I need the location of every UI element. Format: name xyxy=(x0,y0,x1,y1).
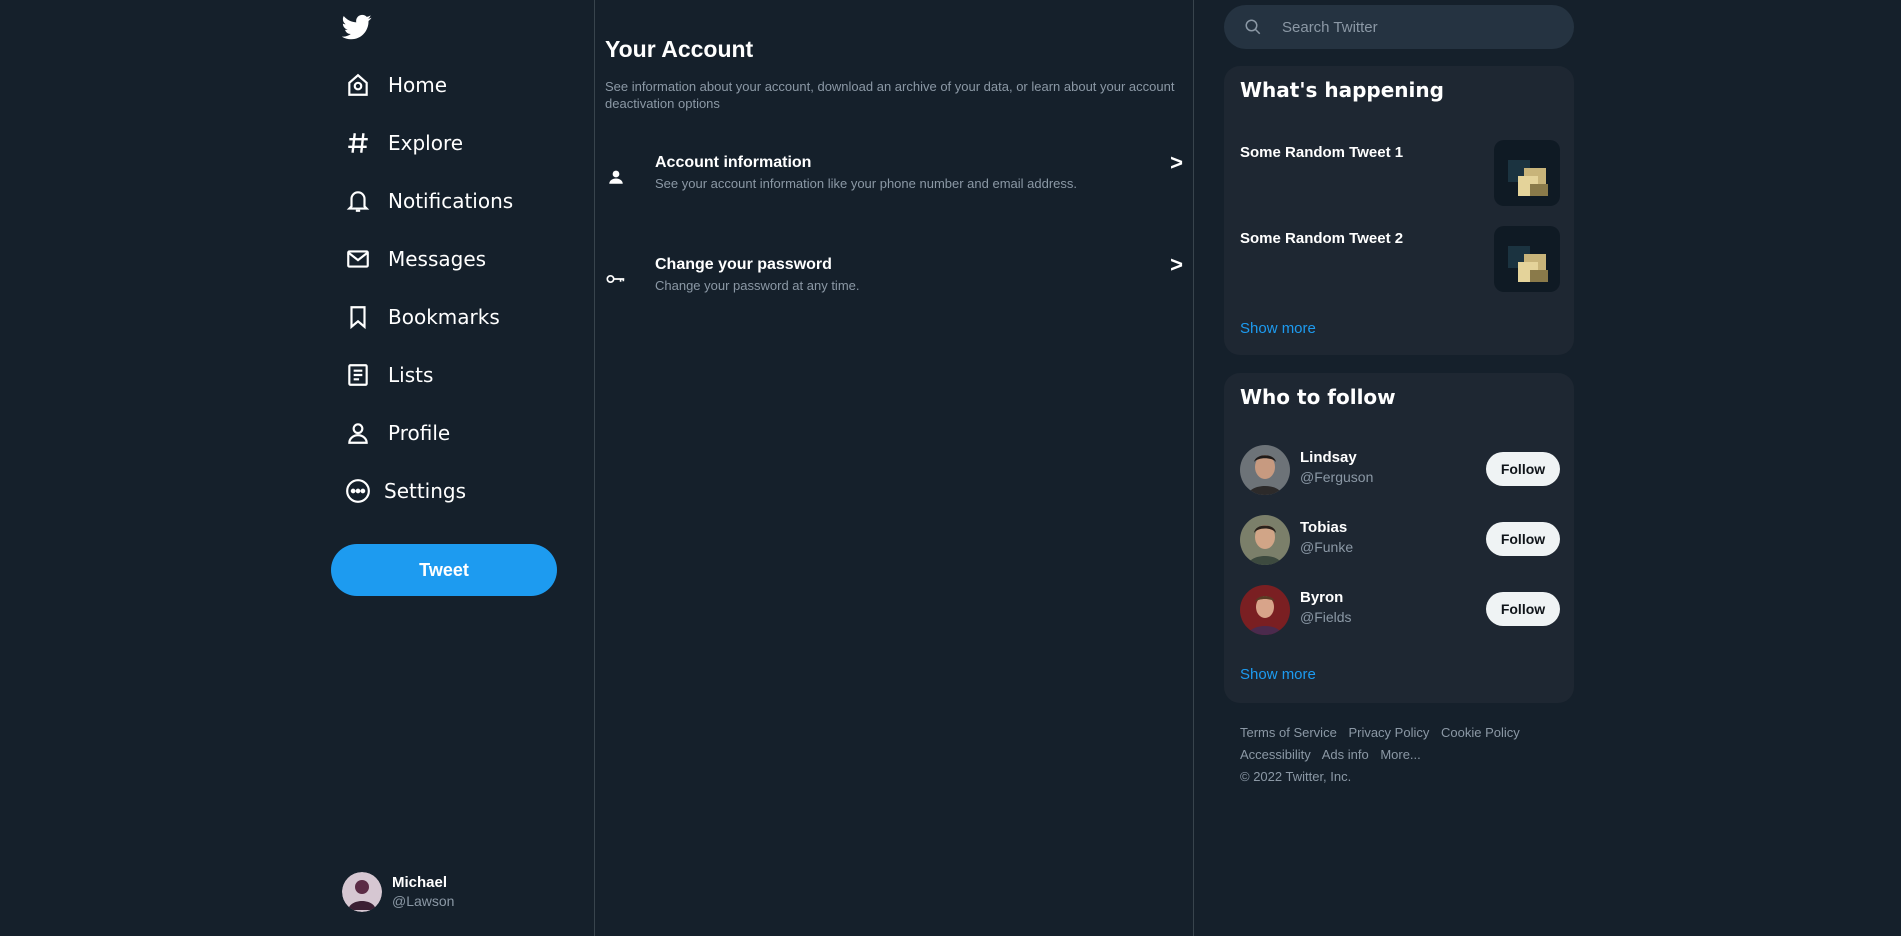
nav-item-notifications[interactable]: Notifications xyxy=(344,182,584,220)
row-title: Account information xyxy=(655,154,812,171)
card-title: Who to follow xyxy=(1240,385,1396,409)
page-description: See information about your account, down… xyxy=(605,79,1175,111)
key-icon xyxy=(605,268,627,290)
copyright: © 2022 Twitter, Inc. xyxy=(1240,769,1352,784)
avatar xyxy=(1240,445,1290,495)
more-circle-icon xyxy=(344,477,372,505)
user-name: Lindsay xyxy=(1300,449,1357,466)
footer-link-privacy[interactable]: Privacy Policy xyxy=(1348,725,1429,740)
current-user-name: Michael xyxy=(392,874,448,891)
chevron-right-icon: > xyxy=(1170,252,1183,277)
avatar xyxy=(1240,515,1290,565)
nav-item-label: Messages xyxy=(388,247,487,271)
current-user-handle: @Lawson xyxy=(392,893,455,909)
page-title: Your Account xyxy=(605,36,754,62)
nav-item-lists[interactable]: Lists xyxy=(344,356,584,394)
follow-button[interactable]: Follow xyxy=(1486,592,1560,626)
nav-item-label: Lists xyxy=(388,363,434,387)
person-icon xyxy=(344,419,372,447)
left-navigation: Home Explore Notifications Messages Book… xyxy=(330,0,594,936)
user-name: Tobias xyxy=(1300,519,1348,536)
account-information-row[interactable]: Account information See your account inf… xyxy=(605,148,1183,208)
nav-item-label: Profile xyxy=(388,421,451,445)
footer-link-terms[interactable]: Terms of Service xyxy=(1240,725,1337,740)
search-icon xyxy=(1244,18,1262,36)
search-input[interactable] xyxy=(1280,17,1540,37)
row-subtitle: See your account information like your p… xyxy=(655,176,1078,191)
user-name: Byron xyxy=(1300,589,1344,606)
row-subtitle: Change your password at any time. xyxy=(655,278,860,293)
nav-item-explore[interactable]: Explore xyxy=(344,124,584,162)
tweet-button[interactable]: Tweet xyxy=(331,544,557,596)
nav-item-label: Explore xyxy=(388,131,464,155)
trend-text: Some Random Tweet 1 xyxy=(1240,144,1404,161)
card-title: What's happening xyxy=(1240,78,1444,102)
nav-list: Home Explore Notifications Messages Book… xyxy=(344,66,584,530)
trend-thumbnail xyxy=(1494,140,1560,206)
footer-link-ads-info[interactable]: Ads info xyxy=(1322,747,1369,762)
nav-item-home[interactable]: Home xyxy=(344,66,584,104)
nav-item-label: Bookmarks xyxy=(388,305,500,329)
follow-suggestion[interactable]: Lindsay @Ferguson Follow xyxy=(1240,445,1560,497)
user-handle: @Fields xyxy=(1300,609,1352,625)
who-to-follow-card: Who to follow Lindsay @Ferguson Follow T… xyxy=(1224,373,1574,703)
user-handle: @Funke xyxy=(1300,539,1354,555)
footer-link-more[interactable]: More... xyxy=(1380,747,1420,762)
search-bar[interactable] xyxy=(1224,5,1574,49)
show-more-link[interactable]: Show more xyxy=(1240,320,1316,337)
list-icon xyxy=(344,361,372,389)
footer-link-cookies[interactable]: Cookie Policy xyxy=(1441,725,1520,740)
show-more-link[interactable]: Show more xyxy=(1240,666,1316,683)
trend-text: Some Random Tweet 2 xyxy=(1240,230,1404,247)
nav-item-label: Notifications xyxy=(388,189,514,213)
home-icon xyxy=(344,71,372,99)
trend-thumbnail xyxy=(1494,226,1560,292)
footer-link-accessibility[interactable]: Accessibility xyxy=(1240,747,1311,762)
footer: Terms of Service Privacy Policy Cookie P… xyxy=(1240,722,1560,788)
whats-happening-card: What's happening Some Random Tweet 1 Som… xyxy=(1224,66,1574,355)
hashtag-icon xyxy=(344,129,372,157)
follow-suggestion[interactable]: Tobias @Funke Follow xyxy=(1240,515,1560,567)
follow-button[interactable]: Follow xyxy=(1486,452,1560,486)
nav-item-settings[interactable]: Settings xyxy=(344,472,584,510)
trend-item[interactable]: Some Random Tweet 1 xyxy=(1240,140,1560,206)
chevron-right-icon: > xyxy=(1170,150,1183,175)
nav-item-profile[interactable]: Profile xyxy=(344,414,584,452)
row-title: Change your password xyxy=(655,256,832,273)
twitter-logo-icon[interactable] xyxy=(341,12,372,42)
nav-item-label: Settings xyxy=(384,479,467,503)
bookmark-icon xyxy=(344,303,372,331)
nav-item-messages[interactable]: Messages xyxy=(344,240,584,278)
follow-button[interactable]: Follow xyxy=(1486,522,1560,556)
envelope-icon xyxy=(344,245,372,273)
trend-item[interactable]: Some Random Tweet 2 xyxy=(1240,226,1560,292)
account-switcher[interactable]: Michael @Lawson xyxy=(342,872,454,912)
column-divider xyxy=(1193,0,1194,936)
column-divider xyxy=(594,0,595,936)
avatar xyxy=(342,872,382,912)
change-password-row[interactable]: Change your password Change your passwor… xyxy=(605,250,1183,310)
follow-suggestion[interactable]: Byron @Fields Follow xyxy=(1240,585,1560,637)
user-handle: @Ferguson xyxy=(1300,469,1374,485)
bell-icon xyxy=(344,187,372,215)
nav-item-bookmarks[interactable]: Bookmarks xyxy=(344,298,584,336)
nav-item-label: Home xyxy=(388,73,448,97)
avatar xyxy=(1240,585,1290,635)
person-icon xyxy=(605,166,627,188)
